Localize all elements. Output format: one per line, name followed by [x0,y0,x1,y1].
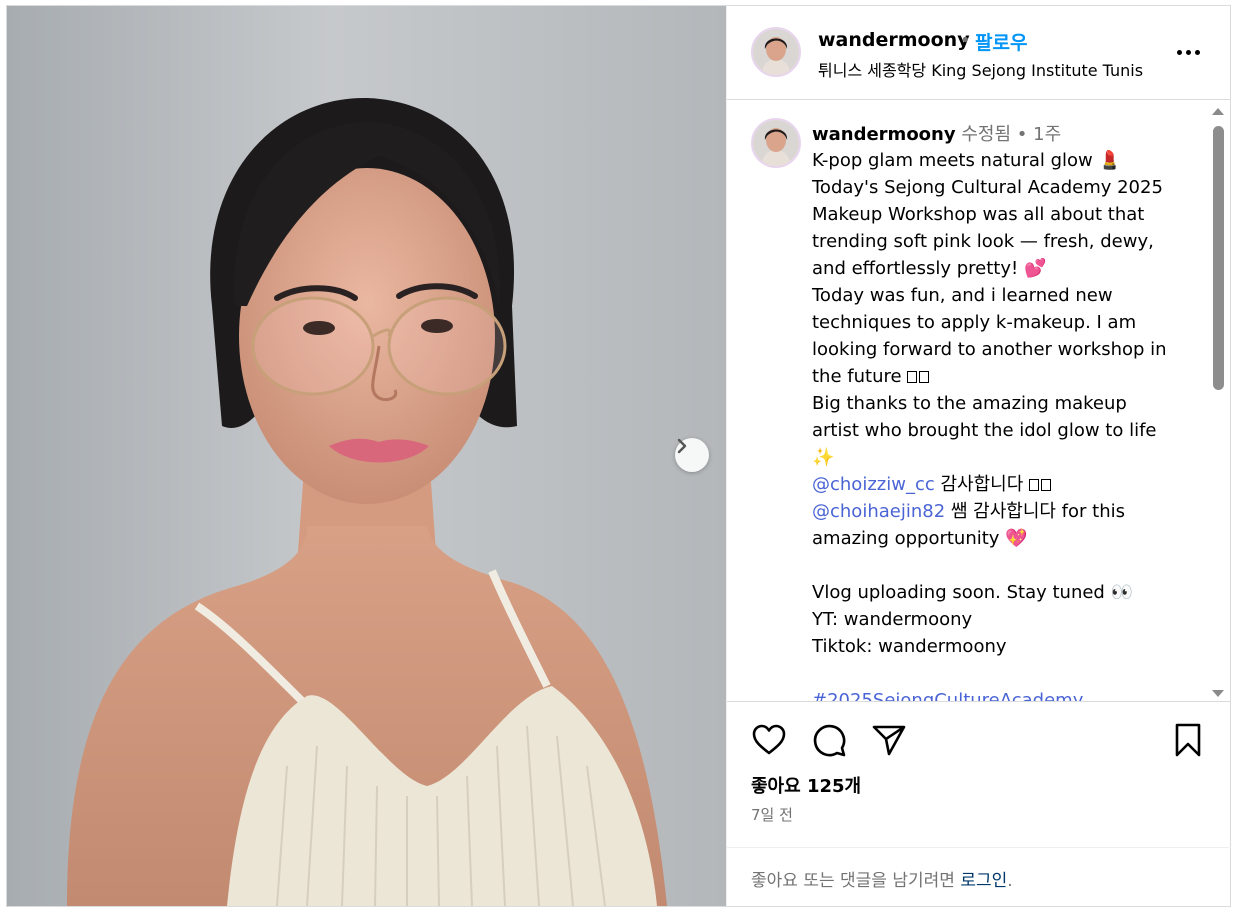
likes-count[interactable]: 좋아요 125개 [751,772,861,798]
post-author-username[interactable]: wandermoony [818,29,970,51]
scroll-down-arrow[interactable] [1212,690,1224,697]
missing-glyph-icon [907,371,918,383]
caption-line: techniques to apply k-makeup. I am [812,312,1137,333]
caption-line: trending soft pink look — fresh, dewy, [812,231,1154,252]
missing-glyph-icon [1029,479,1039,491]
login-prompt: 좋아요 또는 댓글을 남기려면 로그인. [751,866,1013,891]
post-date[interactable]: 7일 전 [751,804,793,825]
avatar-image [753,29,799,75]
caption-line: amazing opportunity 💖 [812,528,1028,549]
bookmark-icon [1175,723,1201,757]
caption-line: ✨ [812,447,835,468]
post-side-panel: wandermoony • 팔로우 튀니스 세종학당 King Sejong I… [726,6,1231,906]
caption-line: Vlog uploading soon. Stay tuned 👀 [812,582,1133,603]
caption-line: artist who brought the idol glow to life [812,420,1157,441]
caption-line: Big thanks to the amazing makeup [812,393,1127,414]
save-button[interactable] [1169,721,1207,759]
caption-time-ago[interactable]: 1주 [1033,124,1061,145]
avatar-image [753,120,799,166]
chevron-right-icon [677,438,687,454]
caption-section: wandermoony 수정됨 • 1주 K-pop glam meets na… [727,101,1231,701]
like-button[interactable] [750,721,788,759]
follow-button[interactable]: 팔로우 [975,28,1027,55]
next-photo-button[interactable] [675,438,709,472]
caption-username[interactable]: wandermoony [812,124,956,145]
mention-suffix: 쌤 감사합니다 for this [945,501,1125,522]
caption-line: Makeup Workshop was all about that [812,204,1145,225]
login-period: . [1007,871,1013,891]
scroll-thumb[interactable] [1213,126,1224,390]
share-button[interactable] [870,721,908,759]
post-actions: 좋아요 125개 7일 전 좋아요 또는 댓글을 남기려면 로그인. [727,701,1231,906]
edited-label: 수정됨 [961,124,1012,145]
avatar[interactable] [751,27,801,77]
post-location[interactable]: 튀니스 세종학당 King Sejong Institute Tunis [818,57,1143,81]
more-options-icon[interactable] [1173,40,1203,64]
caption-line: Today's Sejong Cultural Academy 2025 [812,177,1163,198]
scroll-up-arrow[interactable] [1212,108,1224,115]
caption-line: looking forward to another workshop in [812,339,1167,360]
mention-link[interactable]: @choizziw_cc [812,474,935,495]
missing-glyph-icon [1041,479,1051,491]
caption-line: the future [812,366,902,387]
post-photo [7,6,726,906]
comment-button[interactable] [810,721,848,759]
hashtag-link[interactable]: #2025SejongCultureAcademy [812,690,1083,701]
paper-plane-icon [872,725,906,756]
mention-line: @choihaejin82 쌤 감사합니다 for this [812,498,1202,525]
login-prompt-bar: 좋아요 또는 댓글을 남기려면 로그인. [727,847,1231,907]
mention-suffix: 감사합니다 [934,474,1024,495]
avatar[interactable] [751,118,801,168]
mention-link[interactable]: @choihaejin82 [812,501,945,522]
separator-dot: • [1016,124,1028,145]
login-link[interactable]: 로그인 [960,871,1007,891]
caption-line: Tiktok: wandermoony [812,636,1007,657]
portrait-photo [7,6,726,906]
login-prompt-text: 좋아요 또는 댓글을 남기려면 [751,871,955,891]
caption-scrollbar[interactable] [1210,108,1226,700]
caption-line: Today was fun, and i learned new [812,285,1113,306]
caption-header: wandermoony 수정됨 • 1주 [812,120,1061,146]
post-modal: wandermoony • 팔로우 튀니스 세종학당 King Sejong I… [6,5,1231,907]
missing-glyph-icon [919,371,930,383]
caption-line: YT: wandermoony [812,609,973,630]
caption-line: and effortlessly pretty! 💕 [812,258,1047,279]
mention-line: @choizziw_cc 감사합니다 [812,471,1202,498]
caption-line: K-pop glam meets natural glow 💄 [812,150,1121,171]
heart-icon [752,724,786,755]
caption-line-with-glyphs: the future [812,363,1202,390]
separator-dot: • [960,30,971,51]
post-header: wandermoony • 팔로우 튀니스 세종학당 King Sejong I… [727,6,1231,100]
caption-text: K-pop glam meets natural glow 💄 Today's … [812,147,1202,701]
comment-icon [813,724,846,757]
